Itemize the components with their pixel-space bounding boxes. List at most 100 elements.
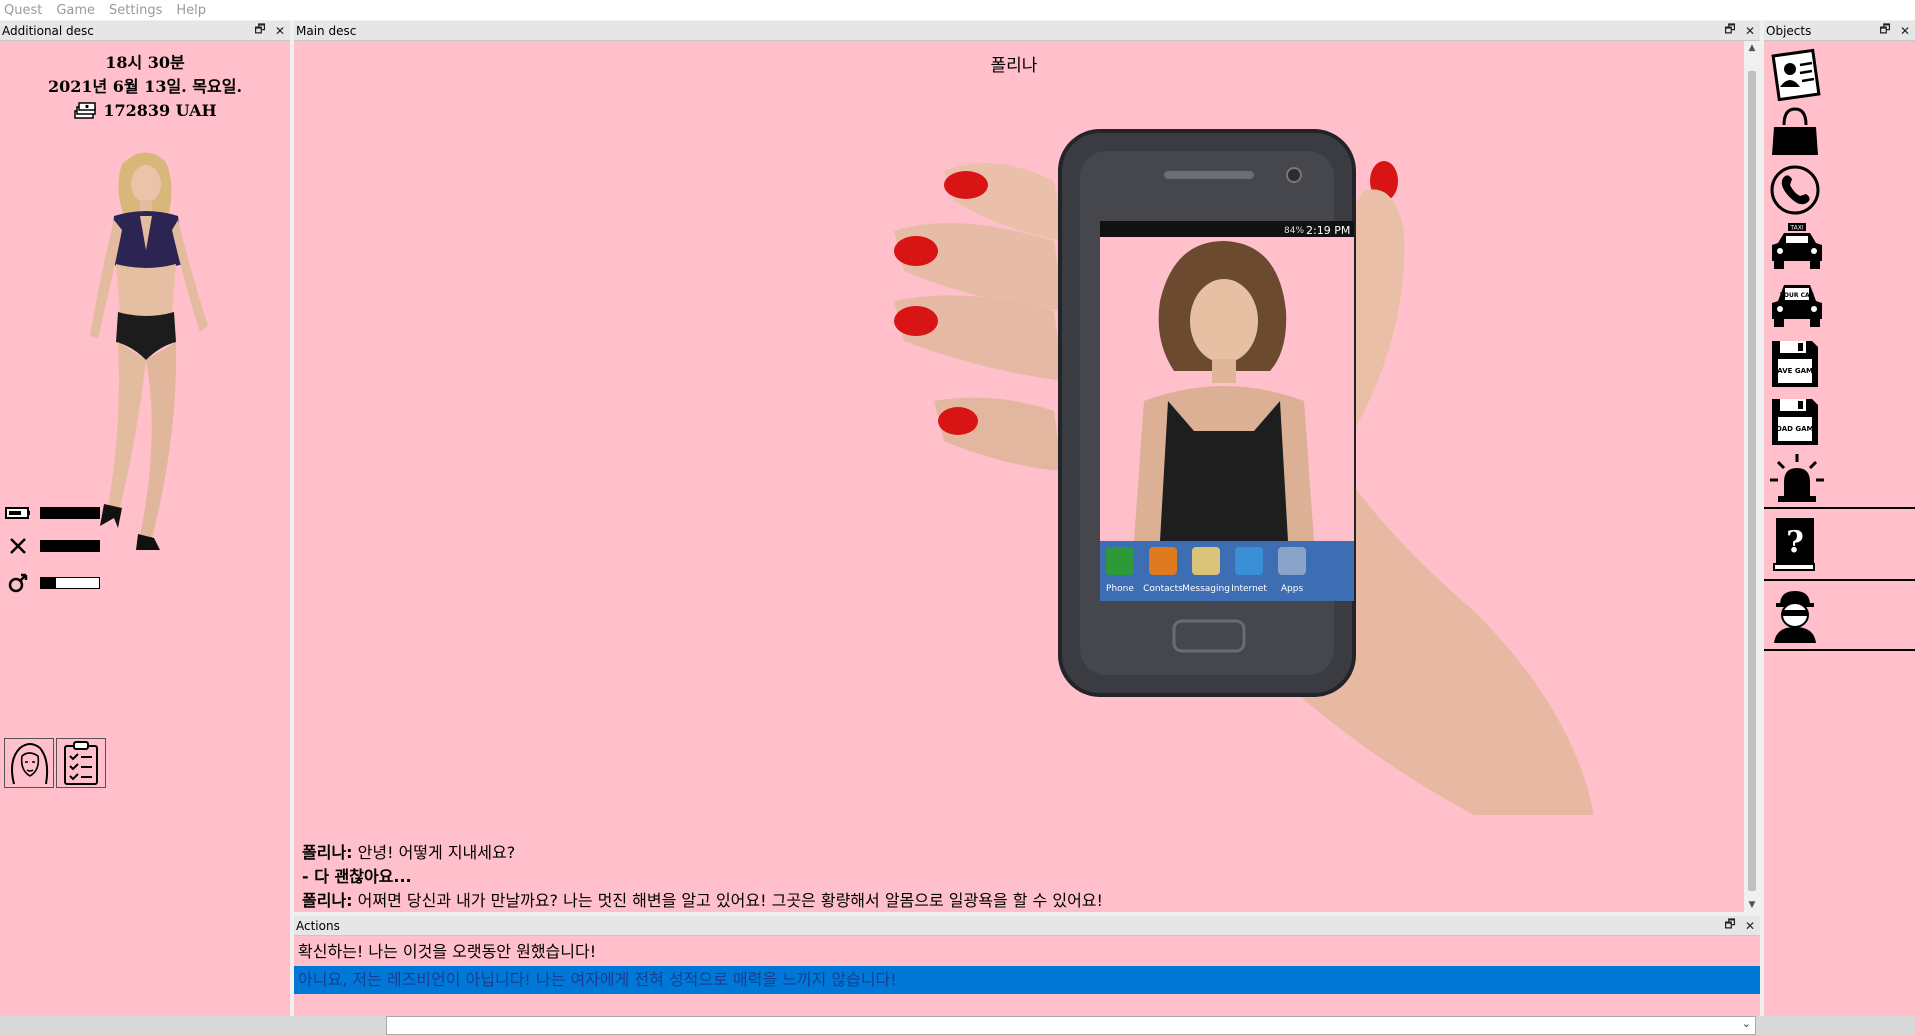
menu-settings[interactable]: Settings: [109, 3, 162, 18]
character-portrait-button[interactable]: [4, 738, 54, 788]
close-icon[interactable]: ✕: [1740, 24, 1760, 38]
dock-label: Phone: [1106, 584, 1134, 594]
help-book-icon: ?: [1773, 518, 1815, 571]
menu-bar: Quest Game Settings Help: [0, 0, 1915, 20]
object-handbag[interactable]: [1764, 103, 1915, 161]
arousal-bar: [40, 577, 100, 589]
thief-icon: [1774, 591, 1816, 643]
dock-phone-icon: [1106, 547, 1134, 575]
object-your-car[interactable]: YOUR CAR: [1764, 277, 1915, 335]
restore-icon[interactable]: 🗗: [1720, 20, 1740, 41]
phone-icon: [1770, 165, 1820, 215]
main-scrollbar[interactable]: ▲ ▼: [1744, 41, 1760, 912]
main-desc-panel: Main desc 🗗 ✕ 폴리나 84% 2:19 PM Phone Cont…: [294, 21, 1760, 912]
objects-title: Objects: [1766, 23, 1812, 38]
your-car-label: YOUR CAR: [1779, 292, 1815, 299]
money-value: 172839 UAH: [103, 101, 217, 120]
scroll-thumb[interactable]: [1748, 71, 1756, 891]
date-time-block: 18시 30분 2021년 6월 13일. 목요일. 172839 UAH: [0, 51, 290, 123]
object-phone[interactable]: [1764, 161, 1915, 219]
nail: [894, 306, 938, 336]
taxi-label: TAXI: [1789, 225, 1803, 232]
dock-apps-icon: [1278, 547, 1306, 575]
dock-messaging-icon: [1192, 547, 1220, 575]
energy-stat: [4, 501, 100, 525]
restore-icon[interactable]: 🗗: [1720, 915, 1740, 936]
handbag-icon: [1772, 107, 1818, 155]
dock-label: Apps: [1281, 584, 1304, 594]
dock-contacts-icon: [1149, 547, 1177, 575]
object-taxi[interactable]: TAXI: [1764, 219, 1915, 277]
close-icon[interactable]: ✕: [270, 24, 290, 38]
money-stack-icon: [74, 102, 97, 119]
close-icon[interactable]: ✕: [1895, 24, 1915, 38]
command-input[interactable]: ⌄: [386, 1016, 1756, 1035]
save-game-icon: SAVE GAME: [1772, 341, 1818, 387]
taxi-icon: TAXI: [1772, 223, 1822, 269]
nail: [894, 236, 938, 266]
nail: [944, 171, 988, 199]
object-thief[interactable]: [1764, 581, 1915, 651]
quest-log-button[interactable]: [56, 738, 106, 788]
dialogue-speaker: 폴리나:: [302, 843, 353, 862]
energy-bar-fill: [41, 508, 99, 518]
additional-desc-title: Additional desc: [2, 23, 94, 38]
bottom-left-strip: [0, 1016, 386, 1035]
arousal-bar-fill: [41, 578, 56, 588]
energy-icon: [4, 501, 32, 525]
svg-text:?: ?: [1786, 525, 1804, 560]
scroll-up-icon[interactable]: ▲: [1744, 43, 1760, 53]
id-card-icon: [1771, 48, 1821, 101]
object-alarm[interactable]: [1764, 451, 1915, 509]
objects-panel: Objects 🗗 ✕ TAXI YOUR CAR SAVE GAME LOAD…: [1764, 21, 1915, 1016]
dialogue-text: - 다 괜찮아요...: [302, 867, 412, 886]
load-game-icon: LOAD GAME: [1772, 399, 1819, 445]
main-desc-title: Main desc: [296, 23, 357, 38]
restore-icon[interactable]: 🗗: [1875, 20, 1895, 41]
dock-label: Internet: [1231, 584, 1267, 594]
game-time: 18시 30분: [105, 53, 185, 72]
actions-panel: Actions 🗗 ✕ 확신하는! 나는 이것을 오랫동안 원했습니다! 아니요…: [294, 916, 1760, 1016]
dialogue-text: 안녕! 어떻게 지내세요?: [352, 843, 516, 862]
dialogue-line: - 다 괜찮아요...: [302, 865, 1722, 889]
game-date: 2021년 6월 13일. 목요일.: [47, 77, 243, 96]
dialogue-line: 폴리나: 어쩌면 당신과 내가 만날까요? 나는 멋진 해변을 알고 있어요! …: [302, 889, 1722, 913]
dialogue-line: 폴리나: 안녕! 어떻게 지내세요?: [302, 841, 1722, 865]
nail: [938, 407, 978, 435]
object-load-game[interactable]: LOAD GAME: [1764, 393, 1915, 451]
restore-icon[interactable]: 🗗: [250, 20, 270, 41]
menu-game[interactable]: Game: [56, 3, 95, 18]
dock-label: Messaging: [1182, 584, 1230, 594]
additional-desc-header: Additional desc 🗗 ✕: [0, 21, 290, 41]
bottom-right-strip: [1756, 1016, 1915, 1035]
arousal-icon: [4, 571, 32, 595]
action-accept[interactable]: 확신하는! 나는 이것을 오랫동안 원했습니다!: [294, 938, 1760, 966]
alarm-siren-icon: [1770, 454, 1824, 502]
food-stat: [4, 534, 100, 558]
object-id-card[interactable]: [1764, 45, 1915, 103]
additional-desc-panel: Additional desc 🗗 ✕ 18시 30분 2021년 6월 13일…: [0, 21, 290, 1016]
money-row: 172839 UAH: [0, 99, 290, 123]
dialogue-text: 어쩌면 당신과 내가 만날까요? 나는 멋진 해변을 알고 있어요! 그곳은 황…: [352, 891, 1103, 910]
dock-label: Contacts: [1143, 584, 1183, 594]
menu-quest[interactable]: Quest: [4, 3, 42, 18]
objects-list: TAXI YOUR CAR SAVE GAME LOAD GAME ?: [1764, 45, 1915, 651]
chevron-down-icon[interactable]: ⌄: [1742, 1017, 1751, 1030]
your-car-icon: YOUR CAR: [1772, 285, 1822, 327]
dialogue-speaker: 폴리나:: [302, 891, 353, 910]
close-icon[interactable]: ✕: [1740, 919, 1760, 933]
load-game-label: LOAD GAME: [1772, 425, 1819, 433]
scene-image: 84% 2:19 PM Phone Contacts Messaging Intern…: [894, 129, 1594, 815]
object-save-game[interactable]: SAVE GAME: [1764, 335, 1915, 393]
action-decline[interactable]: 아니요, 저는 레즈비언이 아닙니다! 나는 여자에게 전혀 성적으로 매력을 …: [294, 966, 1760, 994]
menu-help[interactable]: Help: [176, 3, 206, 18]
phone-status-time: 2:19 PM: [1306, 224, 1350, 237]
energy-bar: [40, 507, 100, 519]
object-help[interactable]: ?: [1764, 509, 1915, 581]
dialogue-log: 폴리나: 안녕! 어떻게 지내세요? - 다 괜찮아요... 폴리나: 어쩌면 …: [302, 841, 1722, 913]
scroll-down-icon[interactable]: ▼: [1744, 900, 1760, 910]
clipboard-checklist-icon: [64, 741, 98, 785]
actions-header: Actions 🗗 ✕: [294, 916, 1760, 936]
objects-header: Objects 🗗 ✕: [1764, 21, 1915, 41]
phone-status-battery: 84%: [1284, 226, 1304, 236]
